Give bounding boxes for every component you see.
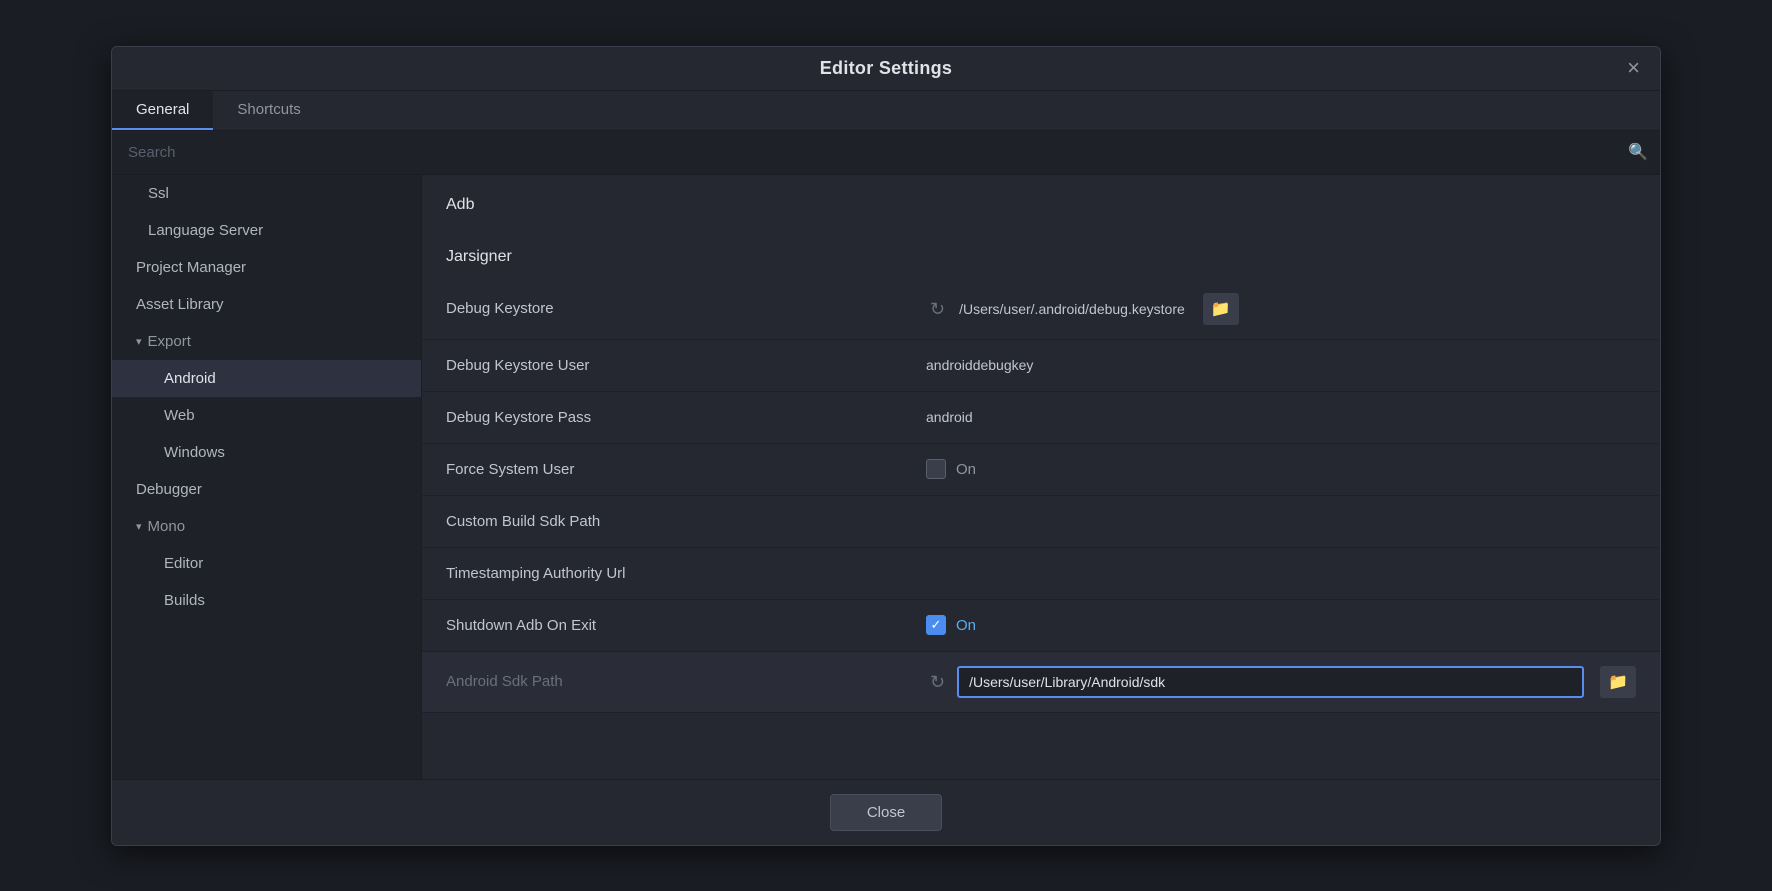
tab-general[interactable]: General [112, 91, 213, 130]
force-system-user-toggle-label: On [956, 461, 976, 478]
shutdown-adb-on-exit-label: Shutdown Adb On Exit [446, 617, 926, 634]
main-content: Ssl Language Server Project Manager Asse… [112, 175, 1660, 779]
sidebar-label-mono: Mono [148, 518, 186, 535]
sidebar-label-editor: Editor [164, 555, 203, 572]
debug-keystore-user-label: Debug Keystore User [446, 357, 926, 374]
debug-keystore-label: Debug Keystore [446, 300, 926, 317]
debug-keystore-pass-value: android [926, 409, 1636, 425]
tabs-bar: General Shortcuts [112, 91, 1660, 131]
timestamping-authority-url-label: Timestamping Authority Url [446, 565, 926, 582]
sidebar-item-windows[interactable]: Windows [112, 434, 421, 471]
android-sdk-path-input[interactable] [957, 666, 1584, 698]
row-debug-keystore-pass: Debug Keystore Pass android [422, 392, 1660, 444]
debug-keystore-user-value: androiddebugkey [926, 357, 1636, 373]
row-custom-build-sdk-path: Custom Build Sdk Path [422, 496, 1660, 548]
force-system-user-toggle[interactable] [926, 459, 946, 479]
sidebar-item-language-server[interactable]: Language Server [112, 212, 421, 249]
sidebar-item-mono[interactable]: ▾ Mono [112, 508, 421, 545]
android-sdk-path-folder-button[interactable]: 📁 [1600, 666, 1636, 698]
debug-keystore-reset-button[interactable]: ↻ [926, 300, 949, 318]
debug-keystore-user-text: androiddebugkey [926, 357, 1033, 373]
debug-keystore-pass-label: Debug Keystore Pass [446, 409, 926, 426]
settings-panel: Adb Jarsigner Debug Keystore ↻ /Users/us… [422, 175, 1660, 779]
android-sdk-path-label: Android Sdk Path [446, 673, 926, 690]
sidebar-label-language-server: Language Server [148, 222, 263, 239]
jarsigner-section-label: Jarsigner [446, 248, 926, 266]
adb-section-label: Adb [446, 196, 926, 214]
shutdown-adb-on-exit-toggle-label: On [956, 617, 976, 634]
title-bar: Editor Settings × [112, 47, 1660, 91]
dialog-footer: Close [112, 779, 1660, 845]
dialog-close-button[interactable]: × [1623, 53, 1644, 83]
editor-settings-dialog: Editor Settings × General Shortcuts 🔍 Ss… [111, 46, 1661, 846]
android-sdk-path-value: ↻ 📁 [926, 666, 1636, 698]
chevron-down-icon: ▾ [136, 335, 142, 348]
chevron-down-icon-2: ▾ [136, 520, 142, 533]
row-debug-keystore: Debug Keystore ↻ /Users/user/.android/de… [422, 279, 1660, 340]
sidebar-item-web[interactable]: Web [112, 397, 421, 434]
shutdown-adb-on-exit-value: On [926, 615, 1636, 635]
sidebar-label-ssl: Ssl [148, 185, 169, 202]
search-icon: 🔍 [1628, 142, 1648, 162]
debug-keystore-pass-text: android [926, 409, 973, 425]
sidebar-item-project-manager[interactable]: Project Manager [112, 249, 421, 286]
sidebar-label-builds: Builds [164, 592, 205, 609]
sidebar-label-android: Android [164, 370, 216, 387]
row-android-sdk-path: Android Sdk Path ↻ 📁 [422, 652, 1660, 713]
search-bar: 🔍 [112, 131, 1660, 175]
row-shutdown-adb-on-exit: Shutdown Adb On Exit On [422, 600, 1660, 652]
section-adb: Adb [422, 175, 1660, 227]
row-force-system-user: Force System User On [422, 444, 1660, 496]
sidebar-item-builds[interactable]: Builds [112, 582, 421, 619]
debug-keystore-value: ↻ /Users/user/.android/debug.keystore 📁 [926, 293, 1636, 325]
force-system-user-value: On [926, 459, 1636, 479]
sidebar: Ssl Language Server Project Manager Asse… [112, 175, 422, 779]
sidebar-item-asset-library[interactable]: Asset Library [112, 286, 421, 323]
sidebar-label-windows: Windows [164, 444, 225, 461]
android-sdk-path-reset-button[interactable]: ↻ [926, 673, 949, 691]
sidebar-label-asset-library: Asset Library [136, 296, 224, 313]
dialog-title: Editor Settings [820, 58, 953, 79]
row-debug-keystore-user: Debug Keystore User androiddebugkey [422, 340, 1660, 392]
debug-keystore-path: /Users/user/.android/debug.keystore [959, 301, 1185, 317]
close-button[interactable]: Close [830, 794, 942, 831]
search-input[interactable] [124, 136, 1628, 169]
sidebar-item-export[interactable]: ▾ Export [112, 323, 421, 360]
custom-build-sdk-path-label: Custom Build Sdk Path [446, 513, 926, 530]
row-timestamping-authority-url: Timestamping Authority Url [422, 548, 1660, 600]
tab-shortcuts[interactable]: Shortcuts [213, 91, 324, 130]
sidebar-label-web: Web [164, 407, 195, 424]
sidebar-item-ssl[interactable]: Ssl [112, 175, 421, 212]
sidebar-label-debugger: Debugger [136, 481, 202, 498]
shutdown-adb-on-exit-toggle[interactable] [926, 615, 946, 635]
sidebar-item-editor[interactable]: Editor [112, 545, 421, 582]
section-jarsigner: Jarsigner [422, 227, 1660, 279]
sidebar-item-debugger[interactable]: Debugger [112, 471, 421, 508]
force-system-user-label: Force System User [446, 461, 926, 478]
debug-keystore-folder-button[interactable]: 📁 [1203, 293, 1239, 325]
sidebar-item-android[interactable]: Android [112, 360, 421, 397]
sidebar-label-export: Export [148, 333, 191, 350]
sidebar-label-project-manager: Project Manager [136, 259, 246, 276]
